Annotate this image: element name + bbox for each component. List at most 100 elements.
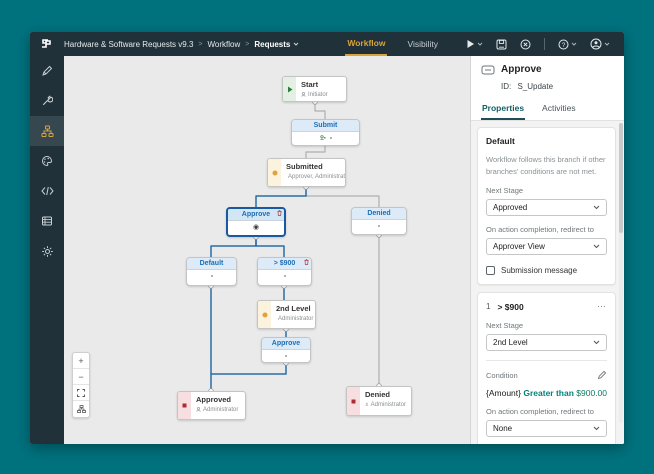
node-title: Default [187,258,236,270]
sidebar-item-code[interactable] [30,176,64,206]
node-second-level[interactable]: 2nd Level Administrator [257,300,316,329]
panel-title: Approve [501,64,542,75]
account-menu-button[interactable] [590,38,610,50]
node-denied-branch[interactable]: Denied [351,207,407,235]
sidebar-item-settings[interactable] [30,236,64,266]
next-stage-label: Next Stage [486,186,524,196]
play-icon [467,40,474,48]
node-approved-end[interactable]: Approved Administrator [177,391,246,420]
breadcrumb-app-title[interactable]: Hardware & Software Requests v9.3 [64,40,193,49]
next-stage-select[interactable]: Approved [486,199,607,217]
over-900-branch-card: 1 > $900 ⋯ Next Stage 2nd Level Conditio… [477,292,616,444]
laserfiche-logo-icon[interactable] [30,32,64,56]
sidebar-item-workflow[interactable] [30,116,64,146]
redirect-label: On action completion, redirect to [486,407,594,417]
panel-scrollbar[interactable] [619,123,623,423]
panel-scrollbar-thumb[interactable] [619,123,623,233]
workflow-canvas[interactable]: Start Initiator Submit Submitted Approve… [64,56,470,444]
redirect-select[interactable]: Approver View [486,238,607,256]
port-dot [285,355,287,357]
tab-workflow[interactable]: Workflow [345,32,388,56]
topbar-divider [544,38,545,50]
branch-menu-button[interactable]: ⋯ [597,301,607,312]
layout-tree-icon [76,405,86,413]
node-denied-end[interactable]: Denied Administrator [346,386,412,416]
next-stage-value: Approved [493,203,528,213]
sidebar-item-data[interactable] [30,206,64,236]
svg-text:?: ? [562,41,566,48]
node-title: > $900 [273,260,296,267]
chevron-down-icon [593,426,600,431]
node-role: Administrator [278,315,314,322]
next-stage-select[interactable]: 2nd Level [486,334,607,352]
breadcrumb-page-dropdown[interactable]: Requests [254,40,299,49]
branch-title: > $900 [497,301,524,312]
auto-layout-button[interactable] [73,401,89,417]
condition-field: {Amount} [486,388,521,399]
tab-properties[interactable]: Properties [481,99,526,120]
sidebar-item-tools[interactable] [30,86,64,116]
help-menu-button[interactable]: ? [558,39,577,50]
node-approve-selected[interactable]: Approve ◉ [226,207,286,237]
node-role: Approver, Administrator [288,173,346,180]
person-icon [365,402,369,407]
zoom-in-button[interactable]: + [73,353,89,369]
panel-header: Approve ID: S_Update [471,56,624,91]
node-title: Approved [196,395,232,404]
node-approve-2[interactable]: Approve [261,337,311,363]
cancel-button[interactable] [520,39,531,50]
save-icon [496,39,507,49]
workflow-icon [41,125,53,137]
person-icon [196,407,201,412]
save-button[interactable] [496,39,507,50]
chevron-down-icon [604,42,610,46]
delete-node-icon[interactable] [277,210,282,216]
breadcrumb: Hardware & Software Requests v9.3 > Work… [64,32,299,56]
port-dot [283,275,286,277]
node-role: Administrator [203,406,239,413]
port-dot [329,137,332,139]
canvas-zoom-toolbar: + − [72,352,90,418]
properties-panel: Approve ID: S_Update Properties Activiti… [470,56,624,444]
node-title: Denied [365,390,391,399]
zoom-out-button[interactable]: − [73,369,89,385]
fit-to-screen-button[interactable] [73,385,89,401]
delete-node-icon[interactable] [304,259,309,265]
edit-condition-icon[interactable] [597,370,607,380]
fit-screen-icon [77,388,85,397]
node-submit[interactable]: Submit [291,119,360,146]
next-stage-label: Next Stage [486,321,524,331]
node-start[interactable]: Start Initiator [282,76,347,102]
view-tabs: Workflow Visibility [345,32,440,56]
submission-message-checkbox[interactable] [486,266,495,276]
redirect-value: None [493,424,513,434]
tab-activities[interactable]: Activities [541,99,577,120]
focus-port-icon: ◉ [252,223,260,231]
sidebar-item-design[interactable] [30,56,64,86]
condition-expression: {Amount} Greater than $900.00 [486,388,607,398]
tab-visibility[interactable]: Visibility [405,32,440,56]
default-branch-card: Default Workflow follows this branch if … [477,127,616,286]
port-dot [378,225,380,227]
card-heading: Default [486,136,515,146]
person-icon [301,92,306,97]
end-state-icon [178,392,191,419]
redirect-select[interactable]: None [486,420,607,438]
card-description: Workflow follows this branch if other br… [486,155,606,176]
run-button[interactable] [466,39,483,49]
chevron-down-icon [477,42,483,46]
sidebar-item-theme[interactable] [30,146,64,176]
condition-value: $900.00 [576,388,608,399]
node-default-branch[interactable]: Default [186,257,237,286]
next-stage-value: 2nd Level [493,338,528,348]
node-submitted[interactable]: Submitted Approver, Administrator [267,158,346,187]
chevron-down-icon [593,244,600,249]
submission-message-checkbox-label: Submission message [501,266,578,276]
node-over-900-branch[interactable]: > $900 [257,257,312,286]
breadcrumb-section[interactable]: Workflow [208,40,241,49]
chevron-down-icon [593,340,600,345]
app-window: Hardware & Software Requests v9.3 > Work… [30,32,624,444]
palette-icon [42,155,53,167]
panel-scroll-area[interactable]: Default Workflow follows this branch if … [471,121,624,444]
